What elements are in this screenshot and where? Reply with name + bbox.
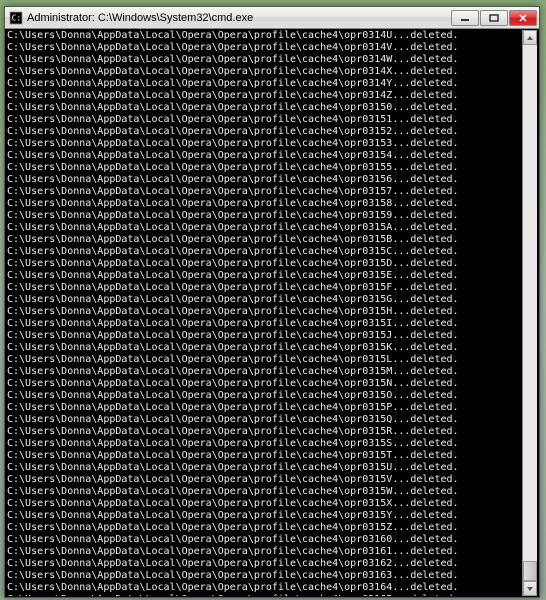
console-line: C:\Users\Donna\AppData\Local\Opera\Opera… — [7, 510, 522, 522]
console-line: C:\Users\Donna\AppData\Local\Opera\Opera… — [7, 450, 522, 462]
console-line: C:\Users\Donna\AppData\Local\Opera\Opera… — [7, 198, 522, 210]
console-line: C:\Users\Donna\AppData\Local\Opera\Opera… — [7, 402, 522, 414]
console-line: C:\Users\Donna\AppData\Local\Opera\Opera… — [7, 150, 522, 162]
console-line: C:\Users\Donna\AppData\Local\Opera\Opera… — [7, 90, 522, 102]
console-line: C:\Users\Donna\AppData\Local\Opera\Opera… — [7, 78, 522, 90]
console-line: C:\Users\Donna\AppData\Local\Opera\Opera… — [7, 306, 522, 318]
console-line: C:\Users\Donna\AppData\Local\Opera\Opera… — [7, 282, 522, 294]
console-line: C:\Users\Donna\AppData\Local\Opera\Opera… — [7, 522, 522, 534]
console-line: C:\Users\Donna\AppData\Local\Opera\Opera… — [7, 498, 522, 510]
console-line: C:\Users\Donna\AppData\Local\Opera\Opera… — [7, 474, 522, 486]
console-line: C:\Users\Donna\AppData\Local\Opera\Opera… — [7, 354, 522, 366]
scroll-track[interactable] — [523, 45, 537, 581]
console-line: C:\Users\Donna\AppData\Local\Opera\Opera… — [7, 378, 522, 390]
console-line: C:\Users\Donna\AppData\Local\Opera\Opera… — [7, 330, 522, 342]
console-line: C:\Users\Donna\AppData\Local\Opera\Opera… — [7, 246, 522, 258]
console-line: C:\Users\Donna\AppData\Local\Opera\Opera… — [7, 54, 522, 66]
close-button[interactable] — [509, 10, 537, 26]
console-line: C:\Users\Donna\AppData\Local\Opera\Opera… — [7, 486, 522, 498]
svg-text:C:: C: — [12, 13, 21, 22]
minimize-button[interactable] — [451, 10, 479, 26]
scroll-thumb[interactable] — [523, 561, 537, 581]
console-line: C:\Users\Donna\AppData\Local\Opera\Opera… — [7, 582, 522, 594]
console-area: C:\Users\Donna\AppData\Local\Opera\Opera… — [5, 29, 539, 597]
console-line: C:\Users\Donna\AppData\Local\Opera\Opera… — [7, 138, 522, 150]
maximize-button[interactable] — [480, 10, 508, 26]
console-line: C:\Users\Donna\AppData\Local\Opera\Opera… — [7, 258, 522, 270]
console-line: C:\Users\Donna\AppData\Local\Opera\Opera… — [7, 342, 522, 354]
vertical-scrollbar[interactable] — [522, 30, 537, 596]
console-line: C:\Users\Donna\AppData\Local\Opera\Opera… — [7, 594, 522, 596]
console-line: C:\Users\Donna\AppData\Local\Opera\Opera… — [7, 210, 522, 222]
console-line: C:\Users\Donna\AppData\Local\Opera\Opera… — [7, 234, 522, 246]
console-line: C:\Users\Donna\AppData\Local\Opera\Opera… — [7, 294, 522, 306]
console-content[interactable]: C:\Users\Donna\AppData\Local\Opera\Opera… — [7, 30, 522, 596]
cmd-window: C: Administrator: C:\Windows\System32\cm… — [4, 6, 540, 598]
console-line: C:\Users\Donna\AppData\Local\Opera\Opera… — [7, 114, 522, 126]
console-line: C:\Users\Donna\AppData\Local\Opera\Opera… — [7, 414, 522, 426]
console-line: C:\Users\Donna\AppData\Local\Opera\Opera… — [7, 426, 522, 438]
console-line: C:\Users\Donna\AppData\Local\Opera\Opera… — [7, 42, 522, 54]
console-line: C:\Users\Donna\AppData\Local\Opera\Opera… — [7, 102, 522, 114]
console-line: C:\Users\Donna\AppData\Local\Opera\Opera… — [7, 366, 522, 378]
window-title: Administrator: C:\Windows\System32\cmd.e… — [27, 12, 451, 24]
console-line: C:\Users\Donna\AppData\Local\Opera\Opera… — [7, 570, 522, 582]
console-line: C:\Users\Donna\AppData\Local\Opera\Opera… — [7, 558, 522, 570]
console-line: C:\Users\Donna\AppData\Local\Opera\Opera… — [7, 390, 522, 402]
console-line: C:\Users\Donna\AppData\Local\Opera\Opera… — [7, 186, 522, 198]
cmd-icon: C: — [9, 11, 23, 25]
console-line: C:\Users\Donna\AppData\Local\Opera\Opera… — [7, 162, 522, 174]
console-line: C:\Users\Donna\AppData\Local\Opera\Opera… — [7, 126, 522, 138]
console-line: C:\Users\Donna\AppData\Local\Opera\Opera… — [7, 462, 522, 474]
console-line: C:\Users\Donna\AppData\Local\Opera\Opera… — [7, 66, 522, 78]
console-line: C:\Users\Donna\AppData\Local\Opera\Opera… — [7, 30, 522, 42]
console-line: C:\Users\Donna\AppData\Local\Opera\Opera… — [7, 222, 522, 234]
console-line: C:\Users\Donna\AppData\Local\Opera\Opera… — [7, 534, 522, 546]
scroll-down-button[interactable] — [523, 581, 537, 596]
console-line: C:\Users\Donna\AppData\Local\Opera\Opera… — [7, 270, 522, 282]
console-line: C:\Users\Donna\AppData\Local\Opera\Opera… — [7, 546, 522, 558]
console-line: C:\Users\Donna\AppData\Local\Opera\Opera… — [7, 174, 522, 186]
window-controls — [451, 10, 537, 26]
titlebar[interactable]: C: Administrator: C:\Windows\System32\cm… — [5, 7, 539, 29]
console-line: C:\Users\Donna\AppData\Local\Opera\Opera… — [7, 438, 522, 450]
console-line: C:\Users\Donna\AppData\Local\Opera\Opera… — [7, 318, 522, 330]
scroll-up-button[interactable] — [523, 30, 537, 45]
